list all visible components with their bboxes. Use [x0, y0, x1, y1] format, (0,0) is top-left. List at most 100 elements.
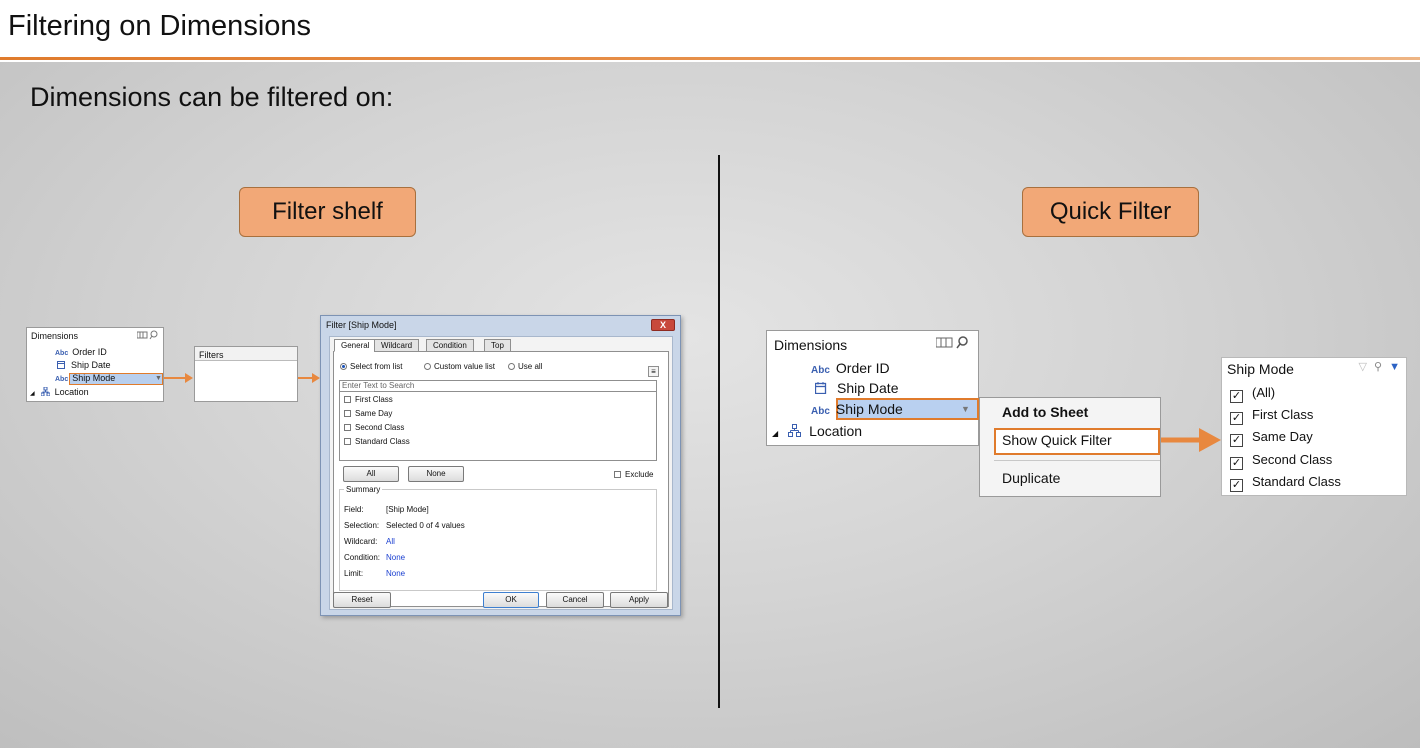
string-type-icon: Abc: [55, 350, 69, 357]
filters-shelf-label: Filters: [199, 350, 224, 360]
tab-general[interactable]: General: [334, 339, 377, 352]
checkbox-checked-icon: ✓: [1230, 390, 1243, 403]
tab-condition[interactable]: Condition: [426, 339, 474, 352]
pane-toolbar-icons: [935, 335, 970, 352]
dimensions-header: Dimensions: [31, 331, 79, 341]
quick-filter-toolbar: ▽ ⚲ ▼: [1358, 360, 1400, 373]
pane-toolbar-icons: [136, 330, 159, 342]
funnel-icon[interactable]: ▽: [1358, 361, 1366, 373]
list-view-search-icon: [935, 336, 968, 349]
filter-dialog: Filter [Ship Mode] X Select from list Cu…: [320, 315, 681, 616]
qf-item-second-class[interactable]: ✓ Second Class: [1230, 449, 1332, 471]
summary-box: Summary Field: [Ship Mode] Selection: Sele…: [339, 485, 657, 591]
checkbox-icon: [614, 471, 621, 478]
slide-subtitle: Dimensions can be filtered on:: [30, 82, 394, 112]
radio-use-all[interactable]: Use all: [508, 362, 542, 371]
section-divider: [718, 155, 720, 708]
menu-separator: [994, 460, 1160, 461]
summary-limit: Limit: None: [344, 569, 406, 578]
reset-button[interactable]: Reset: [333, 592, 391, 608]
dim-item-ship-mode[interactable]: Abc Ship Mode: [811, 399, 903, 419]
list-view-search-icon: [136, 330, 158, 340]
radio-custom-value-list[interactable]: Custom value list: [424, 362, 495, 371]
dimensions-pane-large: Dimensions Abc Order ID Ship Date Abc Ship…: [766, 330, 979, 446]
checkbox-icon: [344, 424, 351, 431]
search-input[interactable]: Enter Text to Search: [339, 380, 657, 392]
dim-item-location[interactable]: ◢ Location: [772, 421, 862, 441]
radio-selected-icon: [340, 363, 347, 370]
tab-wildcard[interactable]: Wildcard: [374, 339, 420, 352]
ok-button[interactable]: OK: [483, 592, 539, 608]
string-type-icon: Abc: [811, 365, 830, 376]
checkbox-checked-icon: ✓: [1230, 479, 1243, 492]
callout-quick-filter: Quick Filter: [1022, 187, 1199, 237]
checkbox-icon: [344, 410, 351, 417]
arrow-to-quick-filter: [1161, 428, 1221, 452]
menu-item-duplicate[interactable]: Duplicate: [1002, 470, 1060, 486]
string-type-icon: Abc: [811, 406, 830, 417]
menu-item-add-to-sheet[interactable]: Add to Sheet: [1002, 404, 1088, 420]
chevron-down-icon[interactable]: ▼: [961, 399, 970, 419]
dim-item-order-id[interactable]: Abc Order ID: [811, 358, 890, 378]
checkbox-checked-icon: ✓: [1230, 457, 1243, 470]
all-button[interactable]: All: [343, 466, 399, 482]
dimensions-header: Dimensions: [774, 337, 848, 353]
summary-condition: Condition: None: [344, 553, 406, 562]
quick-filter-title: Ship Mode: [1227, 361, 1294, 377]
radio-icon: [508, 363, 515, 370]
list-options-icon[interactable]: ≡: [648, 366, 659, 377]
collapse-triangle-icon: ◢: [30, 391, 35, 397]
collapse-triangle-icon: ◢: [772, 429, 779, 438]
list-item-second-class[interactable]: Second Class: [344, 422, 404, 434]
checkbox-icon: [344, 396, 351, 403]
dimensions-pane-small: Dimensions Abc Order ID Ship Date Abc Ship…: [26, 327, 164, 402]
calendar-icon: [814, 382, 827, 395]
slide-canvas: [0, 62, 1420, 748]
filters-shelf[interactable]: Filters: [194, 346, 298, 402]
qf-item-all[interactable]: ✓ (All): [1230, 382, 1275, 404]
summary-field: Field: [Ship Mode]: [344, 505, 429, 514]
dim-item-ship-date[interactable]: Ship Date: [57, 360, 111, 371]
qf-item-same-day[interactable]: ✓ Same Day: [1230, 426, 1313, 448]
context-menu: Add to Sheet Show Quick Filter Duplicate: [979, 397, 1161, 497]
list-item-same-day[interactable]: Same Day: [344, 408, 392, 420]
none-button[interactable]: None: [408, 466, 464, 482]
menu-item-show-quick-filter[interactable]: Show Quick Filter: [1002, 432, 1112, 448]
summary-selection: Selection: Selected 0 of 4 values: [344, 521, 465, 530]
exclude-checkbox[interactable]: Exclude: [614, 470, 653, 479]
list-item-standard-class[interactable]: Standard Class: [344, 436, 410, 448]
dim-item-ship-mode[interactable]: Abc Ship Mode: [55, 373, 115, 384]
title-bar: Filtering on Dimensions: [0, 0, 1420, 62]
dim-item-location[interactable]: ◢ Location: [30, 386, 89, 398]
hierarchy-icon: [40, 386, 51, 397]
radio-icon: [424, 363, 431, 370]
close-button[interactable]: X: [651, 319, 675, 331]
callout-filter-shelf: Filter shelf: [239, 187, 416, 237]
quick-filter-card: Ship Mode ▽ ⚲ ▼ ✓ (All) ✓ First Class ✓ Sam…: [1221, 357, 1407, 496]
arrow-to-filters-head: [185, 373, 193, 383]
checkbox-icon: [344, 438, 351, 445]
dialog-title: Filter [Ship Mode]: [326, 320, 397, 330]
chevron-down-icon[interactable]: ▼: [1389, 361, 1400, 373]
apply-button[interactable]: Apply: [610, 592, 668, 608]
summary-wildcard: Wildcard: All: [344, 537, 395, 546]
checkbox-checked-icon: ✓: [1230, 412, 1243, 425]
dim-item-order-id[interactable]: Abc Order ID: [55, 347, 107, 358]
search-icon[interactable]: ⚲: [1374, 361, 1382, 373]
qf-item-standard-class[interactable]: ✓ Standard Class: [1230, 471, 1341, 493]
radio-select-from-list[interactable]: Select from list: [340, 362, 402, 371]
checkbox-checked-icon: ✓: [1230, 434, 1243, 447]
dim-item-ship-date[interactable]: Ship Date: [814, 378, 898, 398]
qf-item-first-class[interactable]: ✓ First Class: [1230, 404, 1313, 426]
calendar-icon: [57, 361, 65, 369]
string-type-icon: Abc: [55, 376, 69, 383]
hierarchy-icon: [788, 424, 802, 437]
chevron-down-icon[interactable]: ▼: [155, 373, 162, 384]
list-item-first-class[interactable]: First Class: [344, 394, 393, 406]
summary-title: Summary: [344, 485, 383, 494]
arrow-to-dialog-head: [312, 373, 320, 383]
cancel-button[interactable]: Cancel: [546, 592, 604, 608]
tab-top[interactable]: Top: [484, 339, 511, 352]
dialog-body: Select from list Custom value list Use a…: [329, 336, 673, 610]
title-underline: [0, 57, 1420, 60]
